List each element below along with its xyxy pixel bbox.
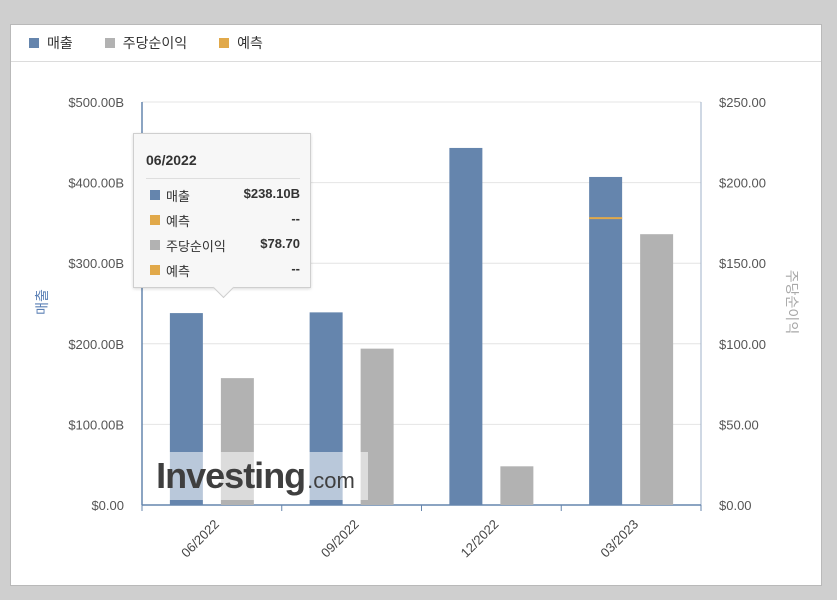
investing-watermark: Investing .com: [143, 452, 368, 500]
tooltip-value-revenue-forecast: --: [291, 211, 300, 226]
tooltip-divider: [146, 178, 300, 179]
tooltip-value-revenue: $238.10B: [243, 186, 300, 201]
eps-bar: [500, 466, 534, 505]
y-right-tick-label: $100.00: [719, 337, 766, 352]
y-right-tick-label: $150.00: [719, 256, 766, 271]
tooltip-swatch-revenue: [150, 190, 160, 200]
tooltip-label-eps-forecast: 예측: [166, 264, 190, 279]
revenue-bar: [589, 176, 623, 505]
tooltip-title: 06/2022: [146, 152, 197, 168]
revenue-bar: [449, 147, 483, 505]
tooltip-row-revenue-forecast: 예측 --: [150, 211, 300, 229]
y-left-tick-label: $400.00B: [68, 176, 124, 191]
tooltip-label-revenue: 매출: [166, 189, 190, 204]
x-tick-label: 06/2022: [178, 517, 222, 561]
earnings-chart: $0.00 $0.00 $100.00B $50.00 $200.00B $100.00 $…: [34, 95, 800, 561]
tooltip-swatch-eps-forecast: [150, 265, 160, 275]
x-tick-label: 03/2023: [597, 517, 641, 561]
tooltip-row-eps-forecast: 예측 --: [150, 261, 300, 279]
tooltip-swatch-eps: [150, 240, 160, 250]
y-right-tick-label: $50.00: [719, 417, 759, 432]
y-right-axis-title: 주당순이익: [784, 270, 800, 334]
tooltip: 06/2022 매출 $238.10B 예측 -- 주당순이익 $78.70 예…: [133, 133, 311, 299]
y-left-tick-label: $300.00B: [68, 256, 124, 271]
tooltip-label-eps: 주당순이익: [166, 239, 226, 254]
y-left-tick-label: $500.00B: [68, 95, 124, 110]
tooltip-label-revenue-forecast: 예측: [166, 214, 190, 229]
y-right-tick-label: $200.00: [719, 176, 766, 191]
tooltip-row-eps: 주당순이익 $78.70: [150, 236, 300, 254]
y-left-axis-title: 매출: [34, 289, 50, 315]
x-tick-label: 09/2022: [318, 517, 362, 561]
tooltip-swatch-revenue-forecast: [150, 215, 160, 225]
y-right-tick-label: $0.00: [719, 498, 752, 513]
y-left-tick-label: $0.00: [91, 498, 124, 513]
x-tick-label: 12/2022: [458, 517, 502, 561]
tooltip-row-revenue: 매출 $238.10B: [150, 186, 300, 204]
watermark-suffix: .com: [307, 468, 355, 493]
y-left-tick-label: $200.00B: [68, 337, 124, 352]
eps-bar: [640, 234, 674, 505]
tooltip-value-eps-forecast: --: [291, 261, 300, 276]
watermark-brand: Investing: [156, 455, 306, 496]
y-right-tick-label: $250.00: [719, 95, 766, 110]
tooltip-value-eps: $78.70: [260, 236, 300, 251]
y-left-tick-label: $100.00B: [68, 417, 124, 432]
